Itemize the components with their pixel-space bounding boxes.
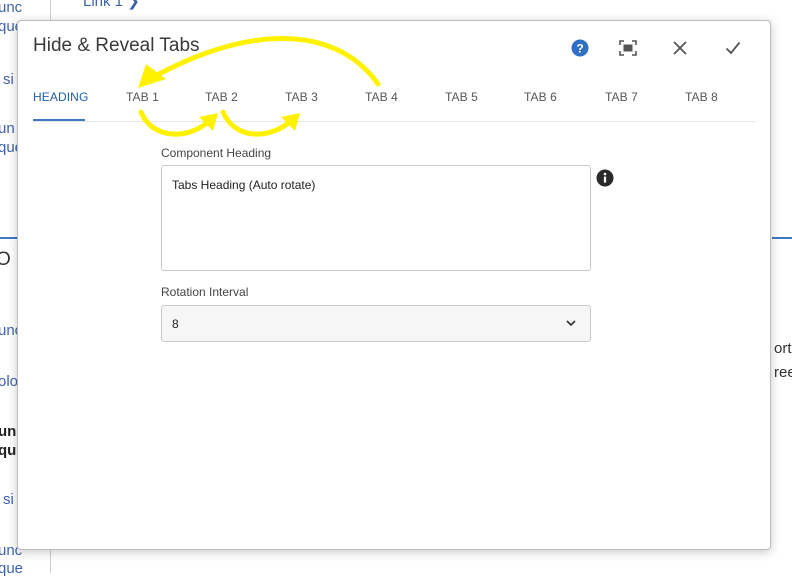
chevron-down-icon — [566, 320, 576, 327]
page-divider-left — [0, 237, 18, 239]
tab-7[interactable]: TAB 7 — [605, 90, 638, 104]
help-button[interactable]: ? — [567, 35, 593, 61]
close-icon — [673, 41, 687, 55]
rotation-interval-label: Rotation Interval — [161, 285, 249, 299]
chevron-right-icon: ❯ — [127, 0, 140, 10]
page-divider-right — [772, 237, 792, 239]
tab-heading[interactable]: HEADING — [33, 90, 88, 104]
tab-1[interactable]: TAB 1 — [126, 90, 159, 104]
svg-text:?: ? — [576, 41, 583, 55]
rotation-interval-value: 8 — [172, 317, 179, 331]
tab-8[interactable]: TAB 8 — [685, 90, 718, 104]
background-text-fragment: si — [3, 491, 14, 508]
component-heading-field[interactable]: Tabs Heading (Auto rotate) — [161, 165, 591, 271]
fullscreen-button[interactable] — [615, 35, 641, 61]
tab-5[interactable]: TAB 5 — [445, 90, 478, 104]
close-button[interactable] — [667, 35, 693, 61]
background-link[interactable]: Link 1 ❯ — [83, 0, 140, 10]
background-text-fragment: un — [0, 423, 17, 440]
active-tab-indicator — [33, 119, 85, 121]
background-text-fragment: un — [0, 120, 15, 137]
background-text-fragment: unc — [0, 0, 23, 16]
edit-dialog: Hide & Reveal Tabs ? HEADING TAB 1 TAB 2… — [17, 20, 771, 550]
info-button[interactable] — [596, 169, 614, 192]
background-text-fragment: O — [0, 249, 11, 270]
tab-4[interactable]: TAB 4 — [365, 90, 398, 104]
background-text-fragment: ree — [774, 364, 792, 381]
component-heading-label: Component Heading — [161, 146, 272, 160]
rotation-interval-select[interactable]: 8 — [161, 305, 591, 342]
fullscreen-icon — [619, 40, 637, 56]
background-text-fragment: ort — [774, 340, 792, 357]
dialog-title: Hide & Reveal Tabs — [33, 35, 200, 56]
tab-bar: HEADING TAB 1 TAB 2 TAB 3 TAB 4 TAB 5 TA… — [32, 69, 756, 122]
background-text-fragment: si — [3, 71, 14, 88]
help-icon: ? — [571, 39, 589, 57]
tab-3[interactable]: TAB 3 — [285, 90, 318, 104]
done-button[interactable] — [720, 35, 746, 61]
tab-6[interactable]: TAB 6 — [524, 90, 557, 104]
info-icon — [596, 169, 614, 187]
tab-2[interactable]: TAB 2 — [205, 90, 238, 104]
background-text-fragment: que — [0, 560, 24, 577]
checkmark-icon — [725, 41, 741, 55]
background-text-fragment: olo — [0, 373, 19, 390]
